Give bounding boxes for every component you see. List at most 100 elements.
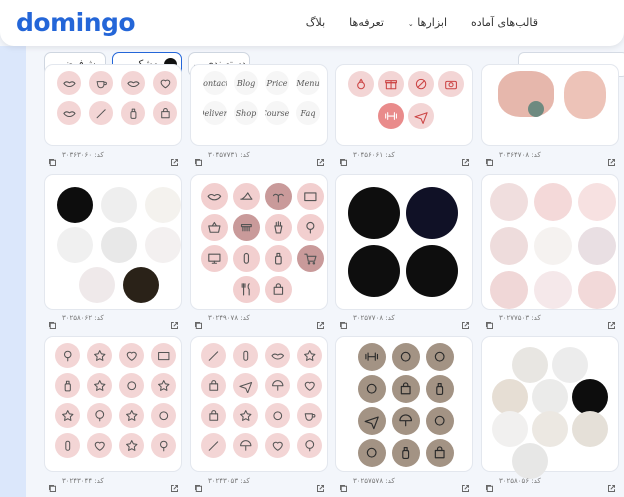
- circle-thumb: [57, 101, 81, 125]
- star-icon: [119, 433, 144, 458]
- circle-thumb: [297, 183, 324, 210]
- open-external-icon[interactable]: [316, 152, 325, 166]
- template-card[interactable]: [190, 336, 328, 472]
- template-card[interactable]: [335, 336, 473, 472]
- copy-icon[interactable]: [485, 152, 494, 166]
- nav-pricing[interactable]: تعرفه‌ها: [349, 16, 384, 29]
- circle-thumb: [490, 183, 528, 221]
- template-preview[interactable]: Contacts Blog Price Menu Delivery Shop Courses…: [197, 71, 321, 139]
- template-preview[interactable]: [342, 343, 466, 467]
- copy-icon[interactable]: [48, 152, 57, 166]
- code-label: کد: ۳۰۲۴۹۰۷۸: [208, 314, 250, 322]
- star-icon: [233, 403, 258, 428]
- open-external-icon[interactable]: [316, 478, 325, 492]
- circle-thumb: [297, 245, 324, 272]
- template-preview[interactable]: [342, 71, 466, 139]
- circle-thumb: [151, 403, 176, 428]
- logo[interactable]: domingo: [16, 8, 136, 37]
- circle-thumb: [121, 71, 145, 95]
- template-preview[interactable]: [197, 343, 322, 465]
- umbrella-icon: [265, 373, 290, 398]
- open-external-icon[interactable]: [170, 152, 179, 166]
- highlight-label: Courses: [265, 108, 289, 118]
- template-card[interactable]: [481, 64, 619, 146]
- template-preview[interactable]: [488, 181, 616, 309]
- plane-icon: [358, 407, 386, 435]
- copy-icon[interactable]: [194, 152, 203, 166]
- lips-icon: [121, 71, 145, 95]
- circle-thumb: Menu: [296, 71, 320, 95]
- open-external-icon[interactable]: [607, 478, 616, 492]
- circle-thumb: [532, 379, 568, 415]
- code-label: کد: ۳۰۴۵۷۷۳۱: [208, 151, 250, 159]
- template-code: کد: ۳۰۲۷۷۵۰۳: [499, 314, 541, 322]
- template-preview[interactable]: [51, 343, 176, 465]
- open-external-icon[interactable]: [461, 315, 470, 329]
- circle-thumb: [265, 343, 290, 368]
- copy-icon[interactable]: [194, 478, 203, 492]
- star-icon: [151, 373, 176, 398]
- template-preview[interactable]: [197, 181, 324, 303]
- template-card[interactable]: [44, 336, 182, 472]
- template-card[interactable]: [481, 174, 619, 310]
- open-external-icon[interactable]: [170, 478, 179, 492]
- circle-thumb: [572, 411, 608, 447]
- open-external-icon[interactable]: [461, 152, 470, 166]
- nav-blog[interactable]: بلاگ: [306, 16, 325, 29]
- circle-thumb: [55, 343, 80, 368]
- bottle-icon: [121, 101, 145, 125]
- circle-thumb: [492, 411, 528, 447]
- template-preview[interactable]: [51, 71, 177, 139]
- circle-thumb: Blog: [234, 71, 258, 95]
- highlight-label: Shop: [235, 108, 257, 118]
- circle-thumb: [233, 373, 258, 398]
- copy-icon[interactable]: [339, 152, 348, 166]
- template-card[interactable]: [190, 174, 328, 310]
- template-card[interactable]: Contacts Blog Price Menu Delivery Shop Courses…: [190, 64, 328, 146]
- circle-thumb: [358, 375, 386, 403]
- circle-thumb: Faq: [296, 101, 320, 125]
- template-card[interactable]: [335, 174, 473, 310]
- template-card[interactable]: [335, 64, 473, 146]
- circle-thumb: [438, 71, 464, 97]
- nav-templates[interactable]: قالب‌های آماده: [471, 16, 538, 29]
- star-icon: [87, 343, 112, 368]
- circle-thumb: [426, 439, 454, 467]
- open-external-icon[interactable]: [170, 315, 179, 329]
- copy-icon[interactable]: [339, 478, 348, 492]
- heart-icon: [87, 433, 112, 458]
- circle-thumb: [79, 267, 115, 303]
- screen-icon: [201, 245, 228, 272]
- template-grid: کد: ۳۰۳۶۳۰۶۰ Contacts Blog Price Menu Deliver…: [44, 64, 624, 497]
- circle-thumb: [358, 407, 386, 435]
- circle-thumb: [55, 433, 80, 458]
- copy-icon[interactable]: [48, 315, 57, 329]
- template-card[interactable]: [44, 64, 182, 146]
- code-label: کد: ۳۰۲۴۳۰۵۳: [208, 477, 250, 485]
- circle-thumb: [89, 71, 113, 95]
- template-preview[interactable]: [51, 181, 181, 303]
- circle-thumb: [358, 439, 386, 467]
- cup-icon: [297, 403, 322, 428]
- star-icon: [119, 403, 144, 428]
- bottle-icon: [392, 439, 420, 467]
- template-card[interactable]: [481, 336, 619, 479]
- template-preview[interactable]: [342, 181, 466, 303]
- circle-thumb: [348, 245, 400, 297]
- header: domingo قالب‌های آماده ابزارها ⌄ تعرفه‌ه…: [0, 0, 624, 46]
- circle-thumb: [265, 373, 290, 398]
- open-external-icon[interactable]: [461, 478, 470, 492]
- copy-icon[interactable]: [48, 478, 57, 492]
- open-external-icon[interactable]: [607, 315, 616, 329]
- open-external-icon[interactable]: [607, 152, 616, 166]
- copy-icon[interactable]: [339, 315, 348, 329]
- copy-icon[interactable]: [194, 315, 203, 329]
- nav-tools[interactable]: ابزارها ⌄: [408, 16, 447, 29]
- template-preview[interactable]: [488, 343, 612, 479]
- template-card[interactable]: [44, 174, 182, 310]
- copy-icon[interactable]: [485, 315, 494, 329]
- circle-thumb: [490, 227, 528, 265]
- open-external-icon[interactable]: [316, 315, 325, 329]
- copy-icon[interactable]: [485, 478, 494, 492]
- template-preview[interactable]: [488, 71, 612, 139]
